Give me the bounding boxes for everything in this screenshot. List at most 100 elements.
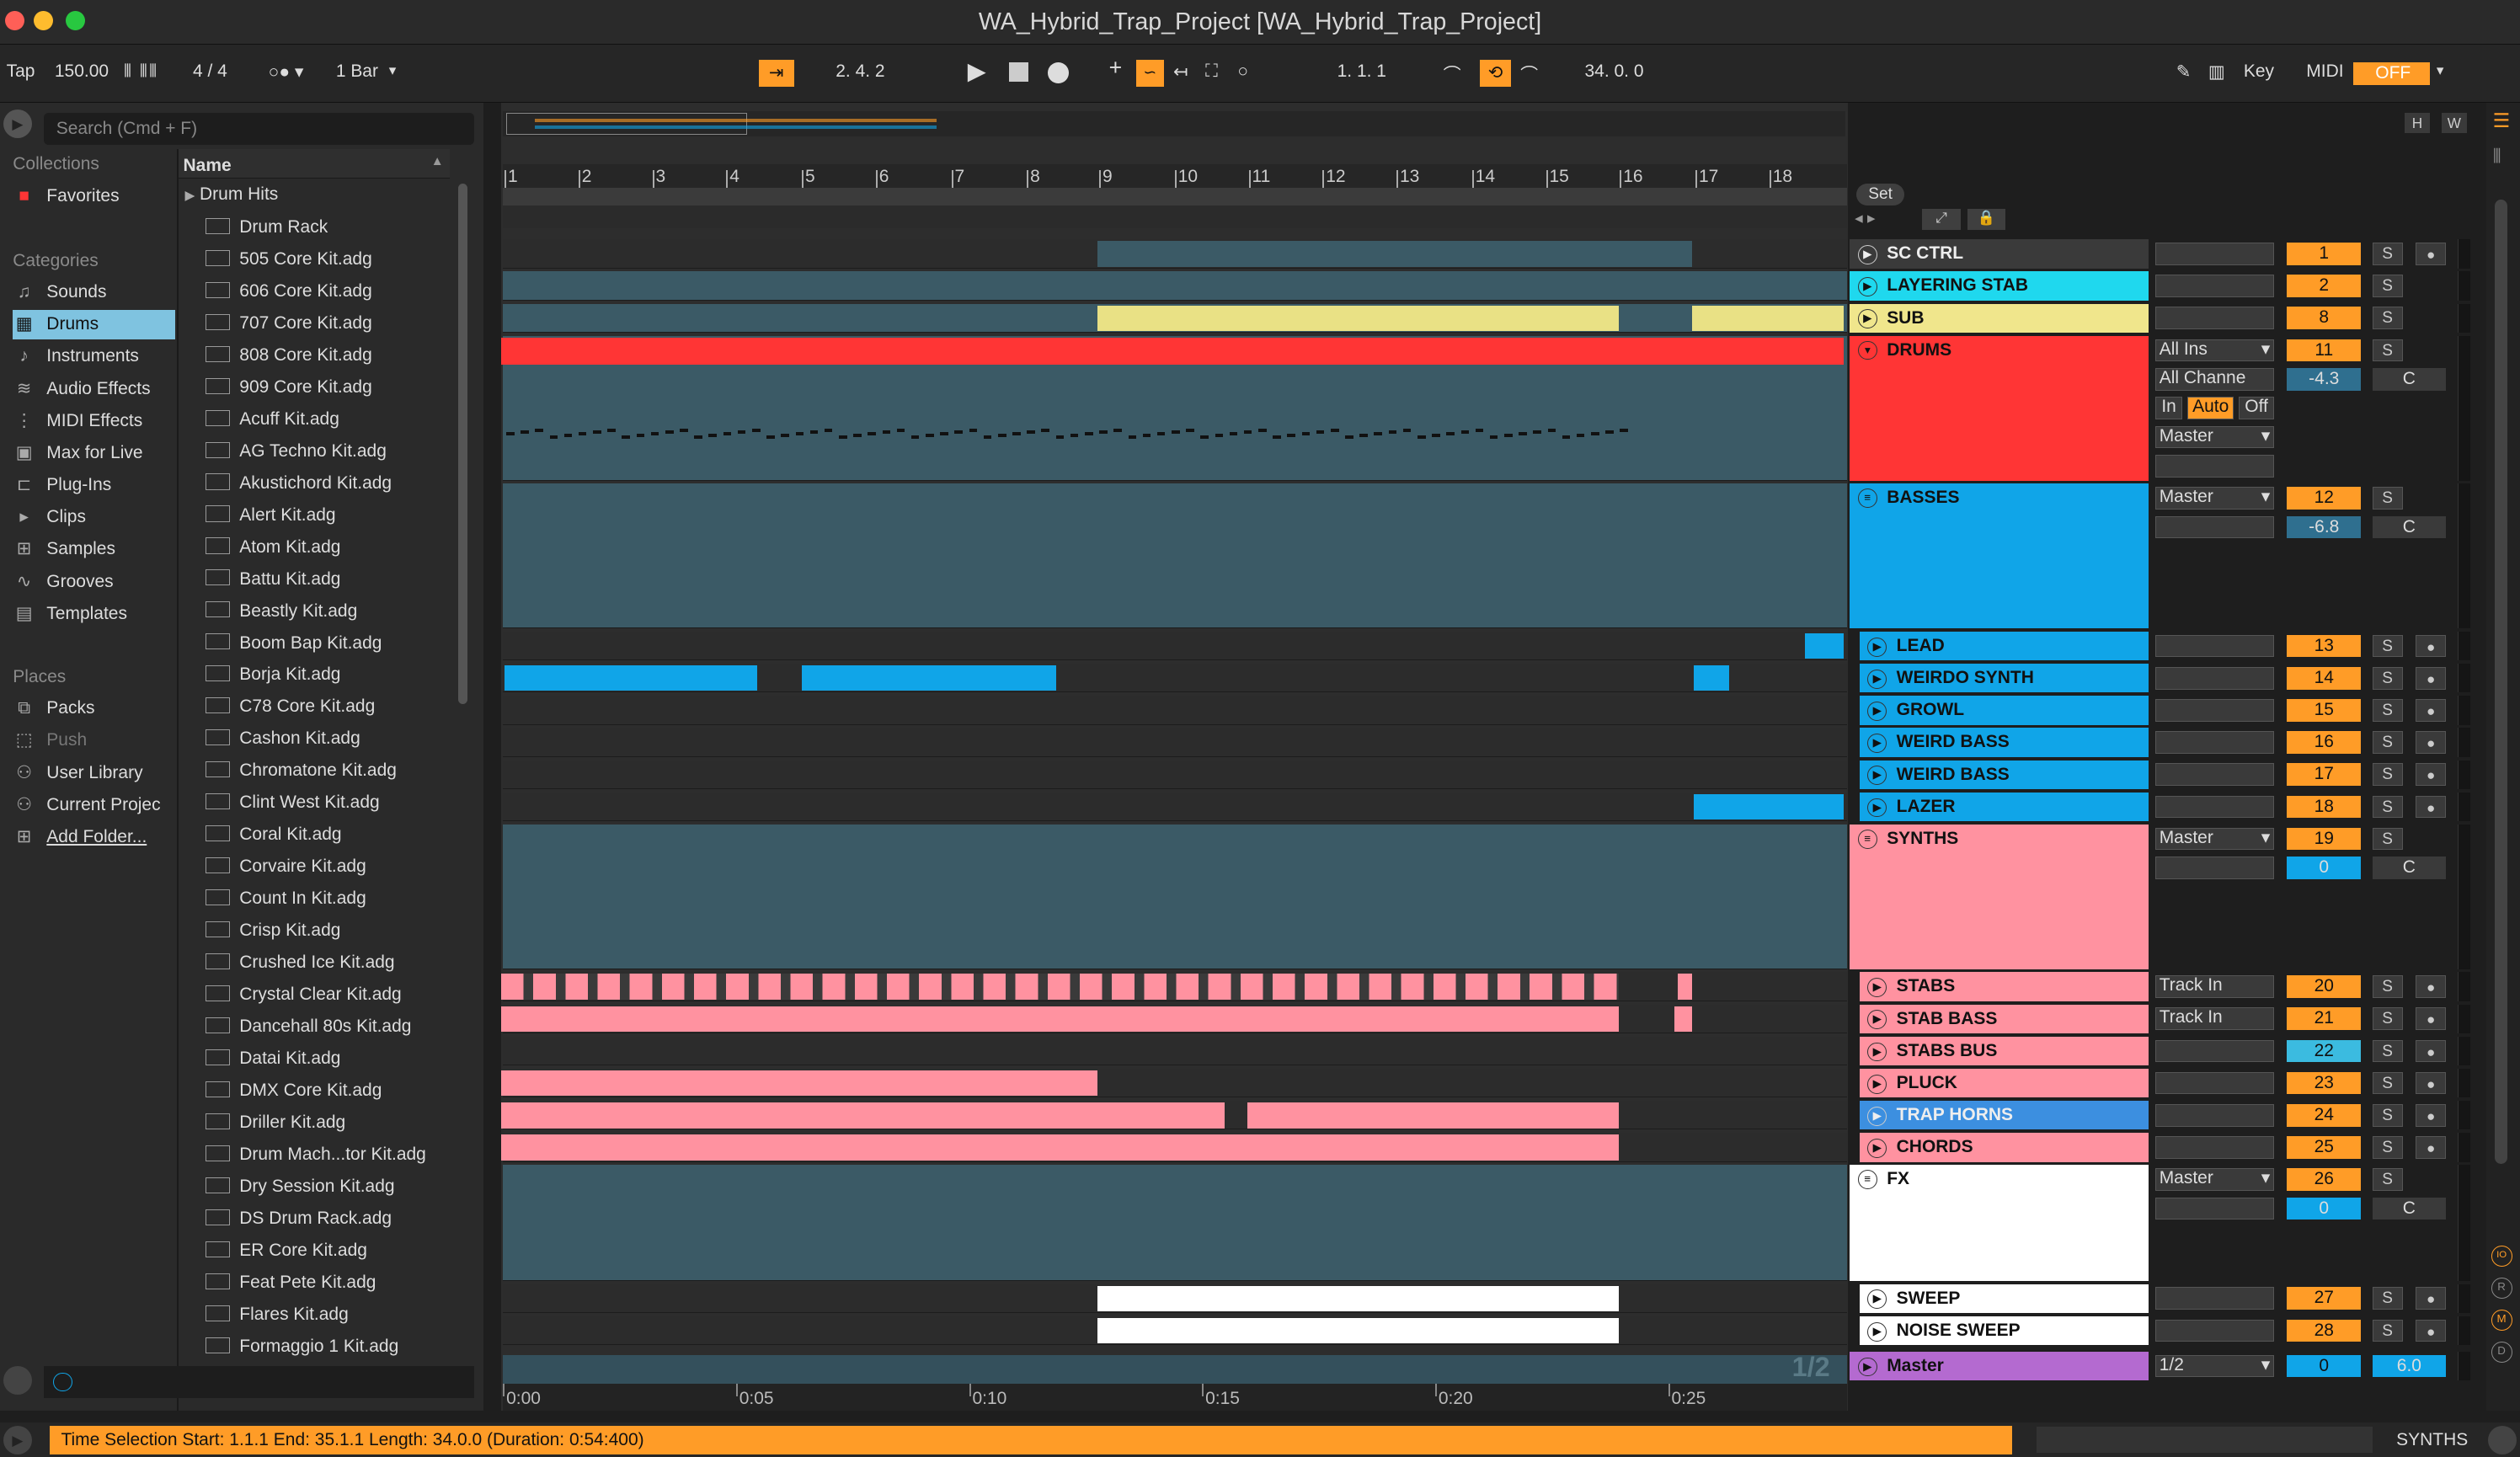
track-lane-weird-bass[interactable] <box>503 728 1847 757</box>
track-activator-number[interactable]: 28 <box>2287 1319 2362 1342</box>
punch-in-icon[interactable]: ⌒ <box>1444 61 1461 87</box>
list-item[interactable]: Atom Kit.adg <box>206 532 340 563</box>
volume-field[interactable]: 0 <box>2287 1197 2362 1220</box>
solo-button[interactable]: S <box>2372 763 2403 787</box>
output-menu[interactable]: Master ▾ <box>2154 827 2275 851</box>
sidebar-item-plug-ins[interactable]: ⊏ Plug-Ins <box>13 471 175 499</box>
sidebar-item-audio-effects[interactable]: ≋ Audio Effects <box>13 375 175 403</box>
master-volume-field[interactable]: 6.0 <box>2372 1354 2447 1378</box>
track-activator-icon[interactable]: ▶ <box>1867 702 1887 721</box>
arm-button[interactable]: ● <box>2416 1039 2447 1063</box>
sidebar-item-packs[interactable]: ⧉ Packs <box>13 694 175 723</box>
solo-button[interactable]: S <box>2372 1103 2403 1127</box>
routing-slot[interactable] <box>2154 275 2275 297</box>
track-header-synths[interactable]: ≡ SYNTHS <box>1850 824 2149 969</box>
tempo-field[interactable]: 150.00 <box>55 61 109 82</box>
list-item[interactable]: 505 Core Kit.adg <box>206 244 372 275</box>
arm-button[interactable]: ● <box>2416 699 2447 722</box>
list-item[interactable]: Borja Kit.adg <box>206 659 340 690</box>
solo-button[interactable]: S <box>2372 827 2403 851</box>
loop-start-field[interactable]: 1. 1. 1 <box>1337 61 1386 82</box>
set-locator-button[interactable]: Set <box>1855 183 1905 206</box>
track-lane-lead[interactable] <box>503 631 1847 661</box>
track-activator-number[interactable]: 8 <box>2287 307 2362 330</box>
volume-field[interactable]: -6.8 <box>2287 515 2362 539</box>
arm-button[interactable]: ● <box>2416 763 2447 787</box>
sidebar-item-instruments[interactable]: ♪ Instruments <box>13 342 175 371</box>
clip[interactable] <box>1247 1102 1619 1129</box>
track-activator-number[interactable]: 25 <box>2287 1136 2362 1159</box>
list-item[interactable]: 808 Core Kit.adg <box>206 340 372 371</box>
clip[interactable] <box>501 1006 1619 1033</box>
track-activator-number[interactable]: 19 <box>2287 827 2362 851</box>
routing-slot[interactable] <box>2154 1319 2275 1342</box>
list-item[interactable]: Chromatone Kit.adg <box>206 755 397 786</box>
track-activator-icon[interactable]: ▶ <box>1867 1321 1887 1342</box>
clip[interactable] <box>1097 1317 1619 1344</box>
folder-drum-hits[interactable]: ▶ Drum Hits <box>184 184 278 205</box>
routing-slot[interactable] <box>2154 1039 2275 1063</box>
output-menu[interactable]: 1/2 ▾ <box>2154 1354 2275 1378</box>
list-item[interactable]: Driller Kit.adg <box>206 1107 345 1138</box>
volume-field[interactable]: 0 <box>2287 857 2362 879</box>
metronome-toggle[interactable]: ○● ▾ <box>269 61 304 83</box>
session-record-icon[interactable]: ○ <box>1237 61 1248 82</box>
capture-icon[interactable]: ⛶ <box>1205 61 1218 82</box>
track-activator-icon[interactable]: ▶ <box>1867 637 1887 657</box>
sidebar-item-push[interactable]: ⬚ Push <box>13 726 175 755</box>
quantize-menu[interactable]: 1 Bar <box>336 61 378 82</box>
track-activator-icon[interactable]: ▶ <box>1867 1106 1887 1126</box>
solo-button[interactable]: S <box>2372 339 2403 362</box>
clip[interactable] <box>1694 664 1730 691</box>
list-item[interactable]: 909 Core Kit.adg <box>206 372 372 403</box>
list-item[interactable]: DS Drum Rack.adg <box>206 1203 392 1234</box>
overview-strip[interactable] <box>503 110 1845 137</box>
track-activator-number[interactable]: 14 <box>2287 666 2362 690</box>
solo-button[interactable]: S <box>2372 975 2403 998</box>
routing-slot[interactable] <box>2154 1197 2275 1220</box>
track-activator-number[interactable]: 20 <box>2287 975 2362 998</box>
pan-field[interactable]: C <box>2372 1197 2447 1220</box>
detail-toggle-icon[interactable] <box>2487 1425 2517 1454</box>
sidebar-item-max-for-live[interactable]: ▣ Max for Live <box>13 439 175 467</box>
browser-scrollbar[interactable] <box>457 183 468 704</box>
stop-button[interactable] <box>1009 62 1029 83</box>
track-header-lead[interactable]: ▶ LEAD <box>1859 631 2149 661</box>
clip[interactable] <box>1097 1285 1619 1312</box>
track-header-master[interactable]: ▶ Master <box>1850 1351 2149 1381</box>
track-header-basses[interactable]: ≡ BASSES <box>1850 483 2149 629</box>
track-header-layering-stab[interactable]: ▶ LAYERING STAB <box>1850 271 2149 301</box>
arm-button[interactable]: ● <box>2416 1136 2447 1159</box>
track-activator-icon[interactable]: ▶ <box>1867 1139 1887 1158</box>
list-item[interactable]: Crystal Clear Kit.adg <box>206 979 402 1010</box>
track-lane-chords[interactable] <box>501 1133 1847 1162</box>
list-item[interactable]: Dry Session Kit.adg <box>206 1171 395 1202</box>
list-item[interactable]: Count In Kit.adg <box>206 883 366 914</box>
sidebar-item-clips[interactable]: ▸ Clips <box>13 503 175 531</box>
list-item[interactable]: Boom Bap Kit.adg <box>206 628 382 659</box>
clip[interactable] <box>1674 1006 1693 1033</box>
track-lane-pluck[interactable] <box>501 1068 1847 1098</box>
track-lane-weird-bass[interactable] <box>503 760 1847 789</box>
list-item[interactable]: ER Core Kit.adg <box>206 1236 367 1266</box>
list-item[interactable]: Drum Mach...tor Kit.adg <box>206 1139 426 1170</box>
loop-length-field[interactable]: 34. 0. 0 <box>1584 61 1643 82</box>
preview-strip[interactable] <box>43 1365 474 1399</box>
sidebar-item-grooves[interactable]: ∿ Grooves <box>13 568 175 596</box>
list-item[interactable]: 707 Core Kit.adg <box>206 308 372 339</box>
track-activator-icon[interactable]: ▶ <box>1867 1074 1887 1094</box>
back-to-arrangement-icon[interactable]: ↤ <box>1173 61 1188 83</box>
menu-icon[interactable]: ☰ <box>2493 109 2511 132</box>
list-item[interactable]: Drum Rack <box>206 212 328 243</box>
arm-button[interactable]: ● <box>2416 1007 2447 1031</box>
track-lane-growl[interactable] <box>503 696 1847 725</box>
sidebar-item-templates[interactable]: ▤ Templates <box>13 600 175 628</box>
monitor-in-button[interactable]: In <box>2154 397 2183 420</box>
arm-button[interactable]: ● <box>2416 1103 2447 1127</box>
track-activator-icon[interactable]: ▶ <box>1867 734 1887 754</box>
automation-arm-icon[interactable]: ∽ <box>1136 59 1164 88</box>
sidebar-item-add-folder[interactable]: ⊞ Add Folder... <box>13 823 175 851</box>
cpu-off-button[interactable]: OFF <box>2352 62 2431 86</box>
track-activator-number[interactable]: 27 <box>2287 1287 2362 1310</box>
bar-ruler[interactable]: 1 2 3 4 5 6 7 8 9 10 11 12 13 14 15 16 17 18 <box>503 163 1847 189</box>
